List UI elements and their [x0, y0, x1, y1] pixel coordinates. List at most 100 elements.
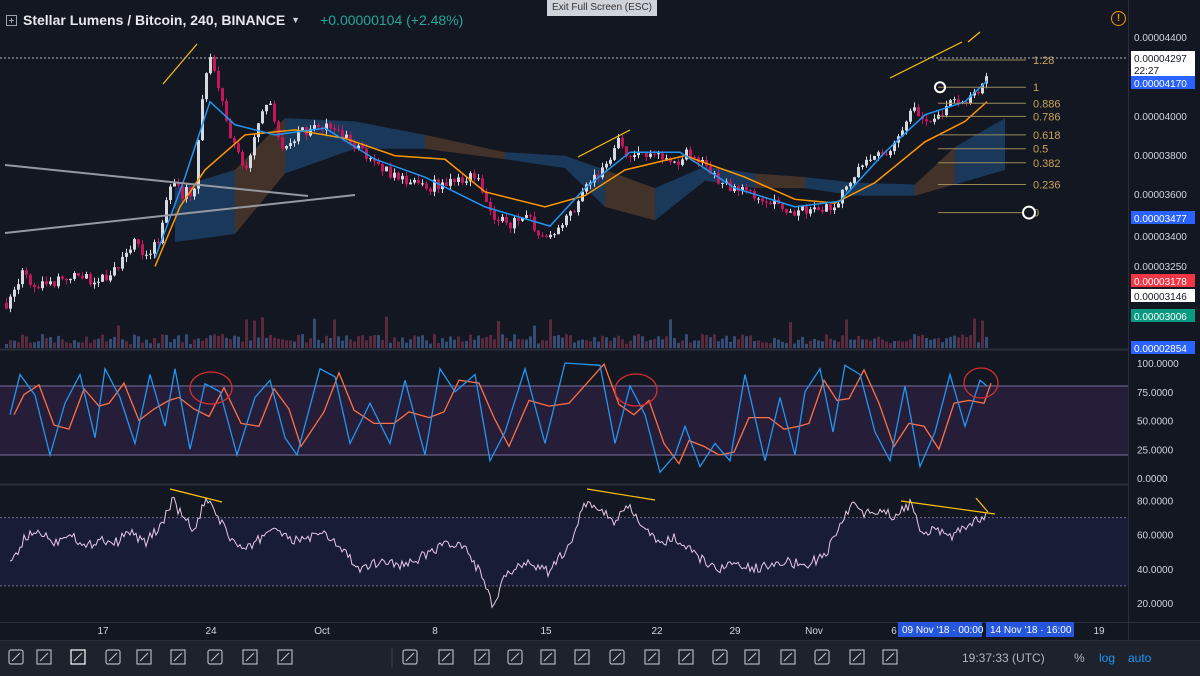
volume-bar	[757, 340, 760, 348]
volume-bar	[197, 338, 200, 348]
volume-bar	[741, 334, 744, 348]
cursor-icon[interactable]	[8, 649, 24, 665]
fib-level-label: 0.5	[1033, 144, 1048, 156]
candle-body	[453, 178, 456, 182]
volume-bar	[97, 338, 100, 348]
volume-bar	[453, 339, 456, 348]
fib-time-icon[interactable]	[678, 649, 694, 665]
volume-bar	[849, 339, 852, 348]
candle-body	[41, 281, 44, 289]
price-axis-label: 0.00003400	[1134, 232, 1187, 243]
candle-body	[129, 249, 132, 253]
ohlc-icon[interactable]	[814, 649, 830, 665]
candle-body	[513, 218, 516, 229]
volume-bar	[561, 337, 564, 348]
log-toggle[interactable]: log	[1099, 651, 1115, 665]
lock-icon[interactable]	[207, 649, 223, 665]
candle-body	[825, 204, 828, 212]
auto-toggle[interactable]: auto	[1128, 651, 1151, 665]
brush-icon[interactable]	[70, 649, 86, 665]
clock[interactable]: 19:37:33 (UTC)	[962, 651, 1045, 665]
channel-icon[interactable]	[507, 649, 523, 665]
candle-body	[529, 215, 532, 217]
candle-body	[421, 183, 424, 185]
long-position-icon[interactable]	[780, 649, 796, 665]
candle-body	[241, 151, 244, 166]
ruler-icon[interactable]	[744, 649, 760, 665]
candle-body	[869, 159, 872, 161]
volume-bar	[841, 335, 844, 348]
candle-body	[909, 110, 912, 122]
candle-body	[405, 175, 408, 185]
volume-bar	[573, 342, 576, 348]
candle-body	[345, 134, 348, 138]
volume-bar	[421, 335, 424, 348]
rectangle-icon[interactable]	[540, 649, 556, 665]
candle-body	[313, 125, 316, 129]
candle-body	[609, 159, 612, 164]
chevron-down-icon[interactable]	[36, 649, 52, 665]
candle-body	[553, 234, 556, 236]
volume-bar	[673, 338, 676, 348]
candle-body	[477, 178, 480, 180]
volume-bar	[877, 336, 880, 348]
volume-bar	[265, 337, 268, 348]
gear-icon[interactable]	[105, 649, 121, 665]
ray-icon[interactable]	[474, 649, 490, 665]
layout-icon[interactable]	[170, 649, 186, 665]
volume-bar	[381, 339, 384, 348]
volume-bar	[193, 339, 196, 348]
time-axis-label: 19	[1093, 626, 1105, 637]
volume-bar	[213, 334, 216, 348]
trend-line-icon[interactable]	[402, 649, 418, 665]
volume-bar	[493, 339, 496, 348]
candle-body	[449, 178, 452, 186]
volume-bar	[261, 317, 264, 348]
ellipse-icon[interactable]	[609, 649, 625, 665]
candle-body	[17, 284, 20, 290]
chart-canvas[interactable]: 1.2810.8860.7860.6180.50.3820.23600.0000…	[0, 0, 1200, 640]
candle-body	[221, 88, 224, 102]
candle-body	[605, 163, 608, 168]
volume-bar	[345, 335, 348, 348]
candle-body	[537, 230, 540, 236]
volume-bar	[253, 320, 256, 348]
stoch-band	[0, 386, 1128, 455]
candle-body	[157, 242, 160, 244]
candle-body	[865, 159, 868, 166]
volume-bar	[473, 339, 476, 348]
volume-bar	[465, 340, 468, 348]
percent-toggle[interactable]: %	[1074, 651, 1085, 665]
eye-icon[interactable]	[242, 649, 258, 665]
crosshair-icon[interactable]	[882, 649, 898, 665]
candle-body	[117, 267, 120, 269]
text-icon[interactable]	[712, 649, 728, 665]
template-icon[interactable]	[136, 649, 152, 665]
candles-icon[interactable]	[849, 649, 865, 665]
candle-body	[657, 153, 660, 155]
time-range-label: 14 Nov '18 · 16:00	[990, 625, 1072, 636]
candle-body	[65, 278, 68, 281]
volume-bar	[933, 338, 936, 348]
volume-bar	[693, 340, 696, 348]
volume-bar	[785, 343, 788, 348]
volume-bar	[377, 335, 380, 348]
volume-bar	[93, 339, 96, 348]
volume-bar	[641, 336, 644, 348]
volume-bar	[413, 335, 416, 348]
price-axis-label: 0.00003250	[1134, 262, 1187, 273]
trash-icon[interactable]	[277, 649, 293, 665]
candle-body	[93, 282, 96, 285]
volume-bar	[605, 337, 608, 348]
candle-body	[417, 179, 420, 184]
volume-bar	[821, 341, 824, 348]
volume-bar	[817, 340, 820, 348]
candle-body	[337, 129, 340, 131]
candle-body	[45, 281, 48, 285]
horizontal-line-icon[interactable]	[438, 649, 454, 665]
curve-icon[interactable]	[574, 649, 590, 665]
candle-body	[889, 151, 892, 156]
candle-body	[385, 166, 388, 172]
fib-icon[interactable]	[644, 649, 660, 665]
candle-body	[145, 254, 148, 256]
